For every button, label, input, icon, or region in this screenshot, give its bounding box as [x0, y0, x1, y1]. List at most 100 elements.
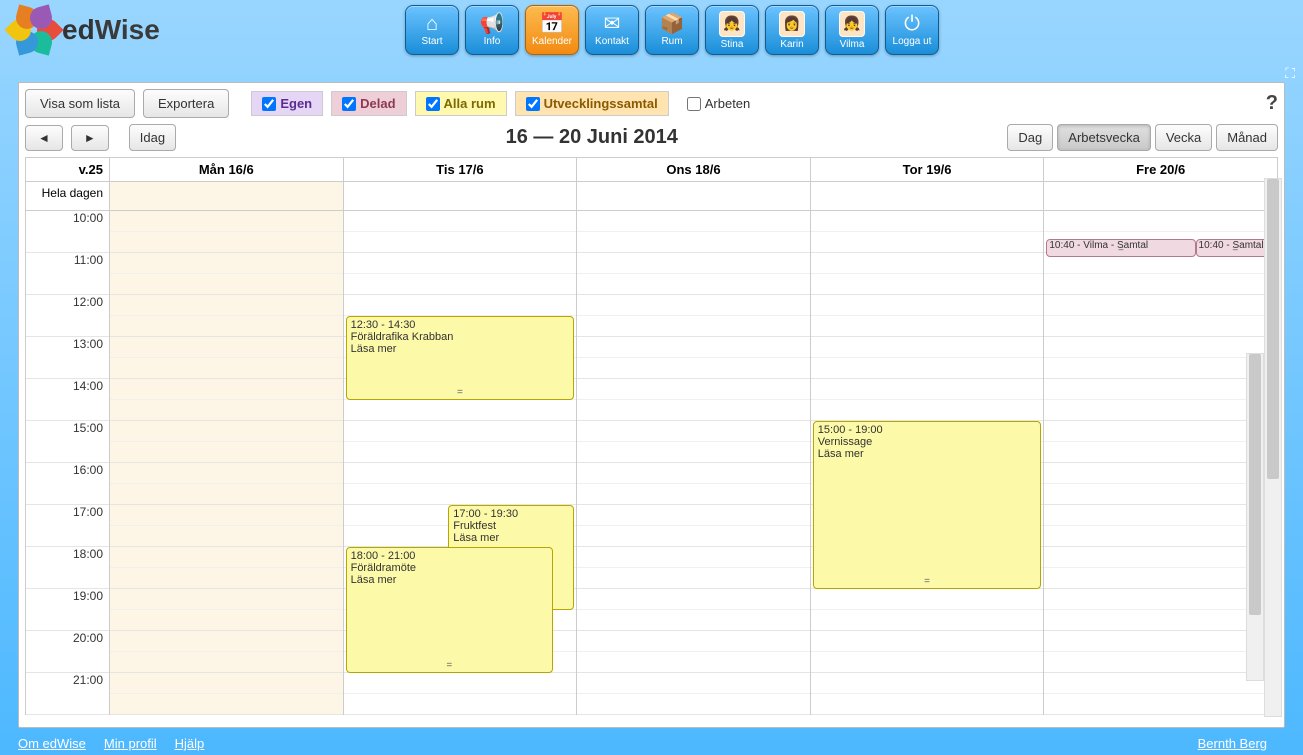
time-slot[interactable]: [577, 631, 810, 652]
allday-thu[interactable]: [811, 182, 1045, 210]
nav-rum[interactable]: 📦Rum: [645, 5, 699, 55]
allday-wed[interactable]: [577, 182, 811, 210]
time-slot[interactable]: [577, 589, 810, 610]
time-slot[interactable]: [1044, 400, 1277, 421]
time-slot[interactable]: [811, 652, 1044, 673]
prev-button[interactable]: ◄: [25, 125, 63, 151]
time-slot[interactable]: [577, 358, 810, 379]
time-slot[interactable]: [1044, 652, 1277, 673]
view-month-button[interactable]: Månad: [1216, 124, 1278, 151]
time-slot[interactable]: [811, 274, 1044, 295]
nav-stina[interactable]: 👧Stina: [705, 5, 759, 55]
time-slot[interactable]: [577, 232, 810, 253]
scrollbar-thumb[interactable]: [1267, 179, 1279, 479]
time-slot[interactable]: [1044, 274, 1277, 295]
filter-utvecklingssamtal[interactable]: Utvecklingssamtal: [515, 91, 669, 116]
footer-about-link[interactable]: Om edWise: [18, 736, 86, 751]
time-slot[interactable]: [811, 400, 1044, 421]
time-slot[interactable]: [577, 421, 810, 442]
footer-help-link[interactable]: Hjälp: [175, 736, 205, 751]
filter-delad[interactable]: Delad: [331, 91, 406, 116]
time-slot[interactable]: [811, 211, 1044, 232]
time-slot[interactable]: [110, 652, 343, 673]
day-column-thu[interactable]: 15:00 - 19:00 Vernissage Läsa mer =: [811, 211, 1045, 715]
time-slot[interactable]: [1044, 421, 1277, 442]
time-slot[interactable]: [1044, 442, 1277, 463]
time-slot[interactable]: [577, 526, 810, 547]
time-slot[interactable]: [344, 232, 577, 253]
time-slot[interactable]: [577, 547, 810, 568]
time-slot[interactable]: [110, 463, 343, 484]
nav-kontakt[interactable]: ✉Kontakt: [585, 5, 639, 55]
time-slot[interactable]: [811, 316, 1044, 337]
event-more-link[interactable]: Läsa mer: [453, 532, 569, 544]
allday-tue[interactable]: [344, 182, 578, 210]
time-slot[interactable]: [577, 400, 810, 421]
resize-handle-icon[interactable]: =: [457, 387, 463, 398]
event-foraldrafika[interactable]: 12:30 - 14:30 Föräldrafika Krabban Läsa …: [346, 316, 575, 400]
time-slot[interactable]: [577, 694, 810, 715]
time-slot[interactable]: [1044, 610, 1277, 631]
time-slot[interactable]: [577, 463, 810, 484]
filter-egen-checkbox[interactable]: [262, 97, 276, 111]
time-slot[interactable]: [344, 400, 577, 421]
time-slot[interactable]: [110, 400, 343, 421]
time-slot[interactable]: [110, 421, 343, 442]
allday-mon[interactable]: [110, 182, 344, 210]
day-column-tue[interactable]: 12:30 - 14:30 Föräldrafika Krabban Läsa …: [344, 211, 578, 715]
time-slot[interactable]: [110, 631, 343, 652]
time-slot[interactable]: [577, 379, 810, 400]
time-slot[interactable]: [110, 358, 343, 379]
time-slot[interactable]: [344, 694, 577, 715]
time-slot[interactable]: [1044, 295, 1277, 316]
time-slot[interactable]: [811, 253, 1044, 274]
filter-allarum-checkbox[interactable]: [426, 97, 440, 111]
time-slot[interactable]: [577, 652, 810, 673]
time-slot[interactable]: [344, 673, 577, 694]
nav-info[interactable]: 📢Info: [465, 5, 519, 55]
panel-scrollbar[interactable]: [1264, 178, 1282, 717]
time-slot[interactable]: [110, 610, 343, 631]
help-icon[interactable]: ?: [1266, 92, 1278, 115]
event-foraldramote[interactable]: 18:00 - 21:00 Föräldramöte Läsa mer =: [346, 547, 553, 673]
day-column-mon[interactable]: [110, 211, 344, 715]
time-slot[interactable]: [344, 211, 577, 232]
time-slot[interactable]: [577, 211, 810, 232]
time-slot[interactable]: [1044, 505, 1277, 526]
filter-arbeten-checkbox[interactable]: [687, 97, 701, 111]
time-slot[interactable]: [811, 337, 1044, 358]
time-slot[interactable]: [110, 484, 343, 505]
time-slot[interactable]: [110, 673, 343, 694]
time-slot[interactable]: [577, 673, 810, 694]
footer-user-link[interactable]: Bernth Berg: [1198, 736, 1267, 751]
time-slot[interactable]: [110, 505, 343, 526]
time-slot[interactable]: [1044, 694, 1277, 715]
filter-arbeten[interactable]: Arbeten: [677, 92, 761, 115]
time-slot[interactable]: [344, 421, 577, 442]
time-slot[interactable]: [577, 568, 810, 589]
time-slot[interactable]: [110, 568, 343, 589]
resize-handle-icon[interactable]: =: [446, 660, 452, 671]
nav-logga-ut[interactable]: ⏻Logga ut: [885, 5, 939, 55]
event-more-link[interactable]: Läsa mer: [818, 448, 1037, 460]
day-column-wed[interactable]: [577, 211, 811, 715]
time-slot[interactable]: [1044, 463, 1277, 484]
time-slot[interactable]: [1044, 568, 1277, 589]
time-slot[interactable]: [577, 484, 810, 505]
time-slot[interactable]: [344, 463, 577, 484]
event-vernissage[interactable]: 15:00 - 19:00 Vernissage Läsa mer =: [813, 421, 1042, 589]
time-slot[interactable]: [344, 295, 577, 316]
time-slot[interactable]: [110, 211, 343, 232]
time-slot[interactable]: [1044, 358, 1277, 379]
time-slot[interactable]: [110, 295, 343, 316]
time-slot[interactable]: [110, 589, 343, 610]
allday-fri[interactable]: [1044, 182, 1278, 210]
time-slot[interactable]: [110, 694, 343, 715]
time-slot[interactable]: [110, 274, 343, 295]
filter-utv-checkbox[interactable]: [526, 97, 540, 111]
time-slot[interactable]: [1044, 526, 1277, 547]
time-slot[interactable]: [577, 610, 810, 631]
time-slot[interactable]: [1044, 316, 1277, 337]
resize-handle-icon[interactable]: =: [924, 576, 930, 587]
nav-start[interactable]: ⌂Start: [405, 5, 459, 55]
